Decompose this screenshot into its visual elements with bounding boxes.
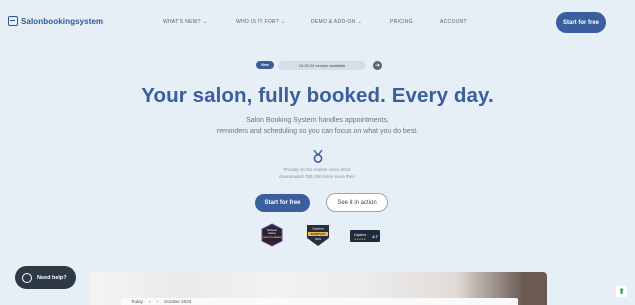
since-line: downloaded 760,198 times since then	[279, 174, 355, 179]
need-help-chat-button[interactable]: Need help?	[15, 266, 76, 289]
since-info: Proudly on the market since 2016 downloa…	[217, 166, 417, 180]
nav-label: PRICING	[390, 19, 413, 25]
hero-subtitle-line: Salon Booking System handles appointment…	[246, 117, 389, 124]
chevron-down-icon: ⌄	[202, 19, 208, 25]
badge-rating: 4.7	[372, 234, 378, 239]
chevron-down-icon: ⌄	[357, 19, 362, 25]
since-line: Proudly on the market since 2016	[283, 167, 351, 172]
site-header: Salonbookingsystem WHAT'S NEW? ⌄ WHO IS …	[0, 0, 635, 44]
badge-text: FRONT RUNNERS	[263, 237, 282, 239]
capterra-shortlist-badge: Capterra SHORTLIST 2023	[307, 225, 329, 246]
need-help-label: Need help?	[37, 274, 67, 281]
badge-text: Capterra	[312, 227, 324, 231]
nav-who-is-it-for[interactable]: WHO IS IT FOR? ⌄	[236, 19, 286, 25]
start-for-free-header-button[interactable]: Start for free	[556, 12, 606, 33]
nav-demo-addon[interactable]: DEMO & ADD-ON ⌄	[311, 19, 362, 25]
nav-label: DEMO & ADD-ON	[311, 19, 356, 25]
preview-toolbar: Today ‹ › October 2023	[121, 298, 518, 305]
nav-label: ACCOUNT	[440, 19, 467, 25]
see-it-in-action-button[interactable]: See it in action	[326, 193, 388, 212]
version-announcement[interactable]: New 10.30.24 version available ➔	[256, 59, 382, 71]
preview-prev-icon: ‹	[149, 299, 151, 304]
badge-text: 2023	[315, 237, 321, 241]
hero-subtitle-line: reminders and scheduling so you can focu…	[216, 127, 419, 135]
nav-pricing[interactable]: PRICING	[390, 19, 413, 25]
capterra-rating-badge: Capterra ★★★★★ 4.7	[350, 230, 380, 242]
arrow-right-icon[interactable]: ➔	[373, 60, 382, 70]
nav-account[interactable]: ACCOUNT	[440, 19, 467, 25]
chat-bubble-icon	[22, 272, 32, 283]
chevron-down-icon: ⌄	[281, 19, 286, 25]
preview-next-icon: ›	[156, 299, 159, 304]
badge-text: Advice	[268, 231, 276, 235]
scroll-to-top-icon[interactable]: ⬆	[616, 286, 627, 297]
software-advice-badge: Software Advice FRONT RUNNERS	[261, 223, 283, 247]
version-text: 10.30.24 version available	[278, 60, 366, 70]
svg-text:★★★★★: ★★★★★	[354, 237, 366, 241]
nav-whats-new[interactable]: WHAT'S NEW? ⌄	[163, 19, 207, 25]
nav-label: WHO IS IT FOR?	[236, 19, 279, 25]
calendar-logo-icon	[8, 16, 18, 26]
medal-icon	[313, 150, 323, 163]
preview-today-label: Today	[131, 299, 144, 304]
badge-text: Capterra	[354, 233, 367, 237]
start-for-free-button[interactable]: Start for free	[255, 194, 310, 212]
new-badge: New	[256, 61, 274, 69]
hero-title: Your salon, fully booked. Every day.	[141, 84, 494, 107]
logo[interactable]: Salonbookingsystem	[8, 16, 103, 26]
preview-date: October 2023	[164, 299, 192, 304]
nav-label: WHAT'S NEW?	[163, 19, 201, 25]
hero-subtitle: Salon Booking System handles appointment…	[150, 116, 485, 137]
badge-text: SHORTLIST	[311, 232, 326, 236]
logo-text: Salonbookingsystem	[21, 16, 104, 26]
